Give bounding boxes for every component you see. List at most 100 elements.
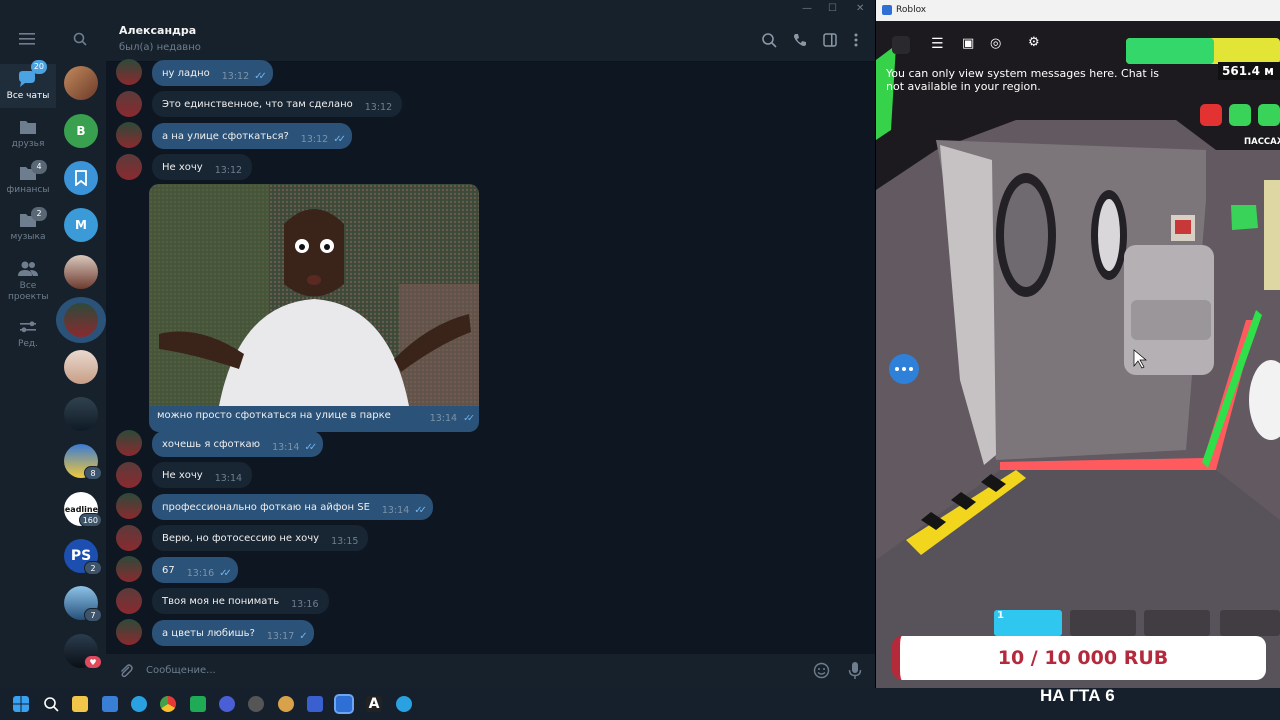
read-check-icon: ✓✓ [254,70,267,82]
folder-label: друзья [11,139,45,149]
sender-avatar[interactable] [116,556,142,582]
roblox-logo-icon [882,5,892,15]
photo-message[interactable]: можно просто сфоткаться на улице в парке… [149,184,479,432]
more-options-icon[interactable] [848,32,864,48]
minimize-button[interactable]: — [802,3,812,14]
message-bubble[interactable]: а цветы любишь? 13:17 ✓ [152,620,314,646]
font-app-icon[interactable]: A [366,696,382,712]
unread-badge: 2 [84,561,102,575]
chat-avatar[interactable] [64,397,98,431]
roblox-taskbar-icon[interactable] [334,694,354,714]
file-explorer-icon[interactable] [72,696,88,712]
folder-friends[interactable]: друзья [0,118,56,154]
folder-label: Все чаты [6,91,50,101]
sender-avatar[interactable] [116,430,142,456]
roblox-menu-icon[interactable] [892,36,910,54]
message-time: 13:12 [300,133,329,145]
chrome-icon[interactable] [160,696,176,712]
sidebar-toggle-icon[interactable] [822,32,838,48]
sender-avatar[interactable] [116,154,142,180]
menu-icon[interactable] [19,32,37,46]
app-icon[interactable] [278,696,294,712]
folder-all-chats[interactable]: 20 Все чаты [0,60,56,108]
chat-toggle-icon[interactable]: ▣ [962,36,974,51]
attach-icon[interactable] [118,663,134,679]
message-bubble[interactable]: Это единственное, что там сделано 13:12 [152,91,403,117]
app-icon[interactable] [307,696,323,712]
search-icon[interactable] [761,32,777,48]
phone-icon[interactable] [792,32,808,48]
folder-label: Все проекты [8,281,49,302]
vpn-icon[interactable] [219,696,235,712]
message-bubble[interactable]: а на улице сфоткаться? 13:12 ✓✓ [152,123,352,149]
telegram-icon[interactable] [131,696,147,712]
sender-avatar[interactable] [116,91,142,117]
sender-avatar[interactable] [116,525,142,551]
message-input[interactable]: Сообщение... [146,665,216,676]
message-bubble[interactable]: Верю, но фотосессию не хочу 13:15 [152,525,369,551]
chat-avatar[interactable]: M [64,208,98,242]
message-time: 13:16 [291,598,319,610]
folder-rail: 20 Все чаты друзья 4 финансы 2 музыка Вс… [0,0,56,688]
close-button[interactable]: ✕ [856,3,864,14]
distance-readout: 561.4 м [1218,62,1280,80]
chat-avatar[interactable] [64,350,98,384]
emoji-icon[interactable] [813,662,830,679]
chat-avatar[interactable] [64,66,98,100]
message-time: 13:14 [214,472,243,484]
app-icon[interactable] [248,696,264,712]
folder-all-projects[interactable]: Все проекты [0,260,56,306]
unread-badge: 8 [84,466,102,480]
chat-header: — ☐ ✕ Александра был(а) недавно [106,0,875,62]
sender-avatar[interactable] [116,493,142,519]
sliders-icon [20,321,36,333]
roblox-window[interactable]: Roblox ☰ ▣ ◎ ⚙ You can only view system … [876,0,1280,688]
search-icon[interactable] [73,32,87,46]
chat-avatar-saved[interactable] [64,161,98,195]
sender-avatar[interactable] [116,588,142,614]
chat-avatar-alexandra[interactable] [64,303,98,337]
app-icon[interactable] [190,696,206,712]
microphone-icon[interactable] [848,661,862,680]
folder-finance[interactable]: 4 финансы [0,160,56,200]
sender-avatar[interactable] [116,122,142,148]
message-bubble[interactable]: профессионально фоткаю на айфон SE 13:14 ✓… [152,494,434,520]
chat-avatar[interactable]: B [64,114,98,148]
message-text: Твоя моя не понимать [162,595,280,607]
store-icon[interactable] [102,696,118,712]
taskbar-search-icon[interactable] [43,696,59,712]
message-bubble[interactable]: Не хочу 13:14 [152,462,253,488]
chat-avatar[interactable] [64,255,98,289]
system-message: You can only view system messages here. … [886,67,1160,93]
message-text: Это единственное, что там сделано [162,98,353,110]
message-time: 13:16 [186,567,215,579]
maximize-button[interactable]: ☐ [828,3,837,14]
heart-badge: ♥ [84,655,102,669]
sender-avatar[interactable] [116,462,142,488]
roblox-titlebar: Roblox [876,0,1280,21]
message-bubble[interactable]: 67 13:16 ✓✓ [152,557,238,583]
message-text: Не хочу [162,469,203,481]
message-time: 13:14 [429,413,458,424]
read-check-icon: ✓✓ [463,413,475,424]
message-meta: 13:14 ✓✓ [429,413,475,424]
contact-name[interactable]: Александра [119,24,196,37]
voice-icon[interactable]: ◎ [990,36,1001,51]
sender-avatar[interactable] [116,59,142,85]
sender-avatar[interactable] [116,619,142,645]
folder-edit[interactable]: Ред. [0,318,56,352]
message-bubble[interactable]: Не хочу 13:12 [152,154,253,180]
folder-music[interactable]: 2 музыка [0,207,56,247]
photo-caption: можно просто сфоткаться на улице в парке [157,410,391,421]
start-icon[interactable] [13,696,29,712]
message-text: профессионально фоткаю на айфон SE [162,501,370,513]
telegram-icon[interactable] [396,696,412,712]
message-bubble[interactable]: хочешь я сфоткаю 13:14 ✓✓ [152,431,324,457]
message-bubble[interactable]: Твоя моя не понимать 13:16 [152,588,329,614]
message-time: 13:14 [381,504,410,516]
hamburger-icon[interactable]: ☰ [931,36,944,52]
settings-icon[interactable]: ⚙ [1028,35,1040,50]
message-bubble[interactable]: ну ладно 13:12 ✓✓ [152,60,273,86]
photo-image[interactable] [149,184,479,406]
game-viewport[interactable] [876,0,1280,688]
